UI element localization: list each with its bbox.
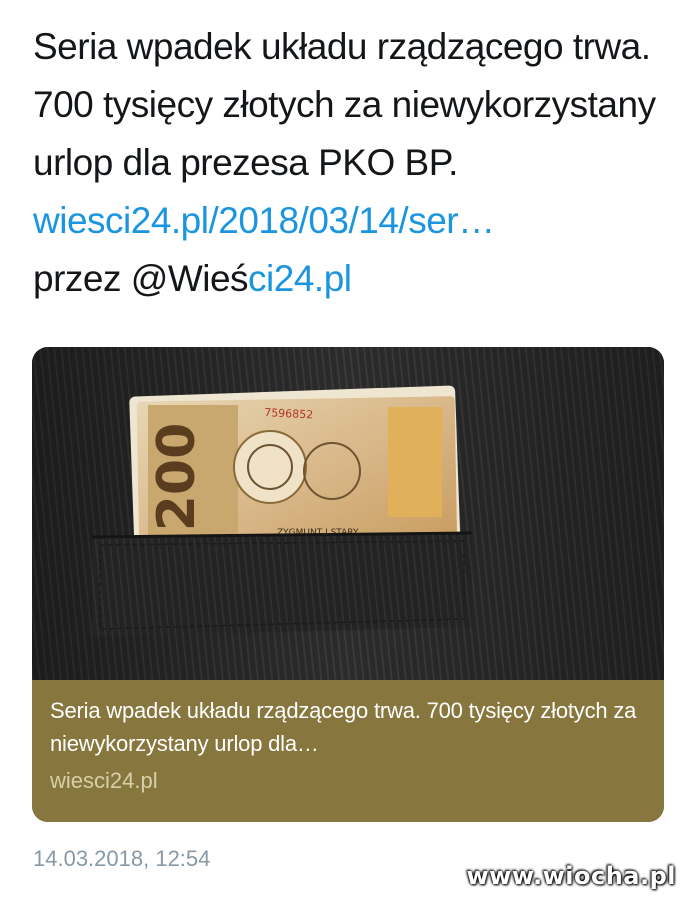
tweet-text: Seria wpadek układu rządzącego trwa. 700… — [33, 18, 673, 308]
tweet-link[interactable]: wiesci24.pl/2018/03/14/ser… — [33, 200, 495, 241]
tweet-via-link[interactable]: ci24.pl — [248, 258, 352, 299]
card-image[interactable]: 200 ZYGMUNT I STARY 7596852 — [32, 347, 664, 680]
tweet-text-main: Seria wpadek układu rządzącego trwa. 700… — [33, 26, 656, 183]
pocket — [91, 531, 473, 637]
tweet-timestamp[interactable]: 14.03.2018, 12:54 — [33, 844, 210, 874]
card-domain: wiesci24.pl — [50, 768, 158, 793]
watermark: www.wiocha.pl — [466, 862, 676, 890]
card-footer[interactable]: Seria wpadek układu rządzącego trwa. 700… — [32, 680, 664, 822]
link-preview-card[interactable]: 200 ZYGMUNT I STARY 7596852 Seria wpadek… — [32, 347, 664, 822]
banknote-serial: 7596852 — [264, 406, 314, 422]
banknote-value: 200 — [147, 423, 207, 532]
tweet-via-prefix: przez @Wieś — [33, 258, 249, 299]
card-title[interactable]: Seria wpadek układu rządzącego trwa. 700… — [50, 694, 650, 760]
